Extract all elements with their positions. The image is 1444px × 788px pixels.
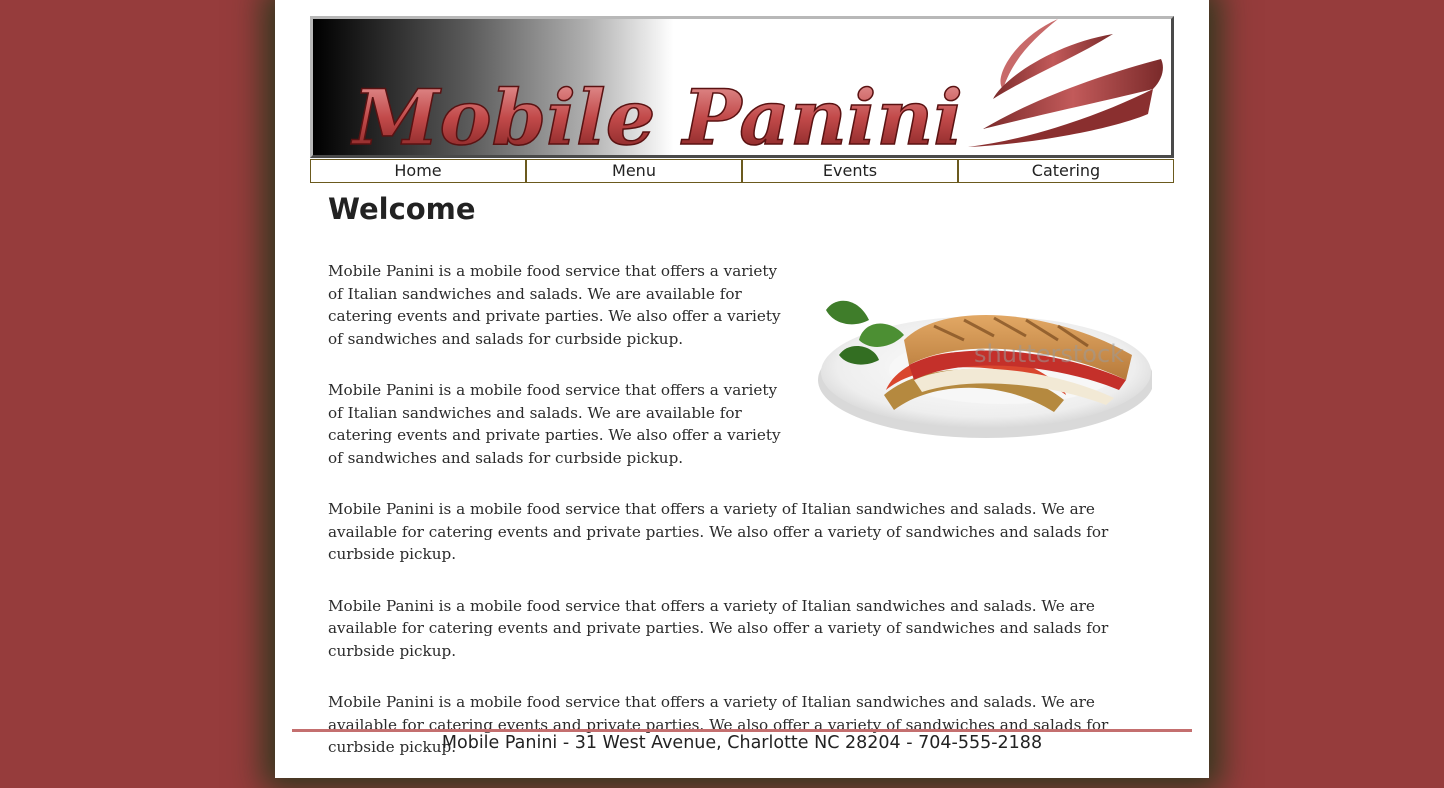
welcome-paragraph: Mobile Panini is a mobile food service t… (328, 596, 1109, 660)
page-title: Welcome (328, 192, 476, 226)
panini-sandwich-photo: shutterstock (814, 240, 1152, 462)
nav-item-catering[interactable]: Catering (958, 159, 1174, 183)
swoosh-graphic (968, 19, 1163, 147)
main-content: shutterstock Mobile Panini is a mobile f… (328, 240, 1158, 788)
footer-contact: Mobile Panini - 31 West Avenue, Charlott… (441, 733, 1043, 753)
welcome-paragraph: Mobile Panini is a mobile food service t… (328, 500, 1109, 563)
nav-item-home[interactable]: Home (310, 159, 526, 183)
logo-image: Mobile Panini (349, 19, 1163, 155)
header-banner: Mobile Panini (310, 16, 1174, 158)
logo-text: Mobile Panini (350, 73, 963, 155)
nav-item-events[interactable]: Events (742, 159, 958, 183)
footer-divider (292, 729, 1192, 732)
main-nav: Home Menu Events Catering (310, 159, 1174, 183)
photo-watermark: shutterstock (974, 340, 1124, 368)
nav-item-menu[interactable]: Menu (526, 159, 742, 183)
page-container: Mobile Panini Home Menu Events Catering … (275, 0, 1209, 778)
